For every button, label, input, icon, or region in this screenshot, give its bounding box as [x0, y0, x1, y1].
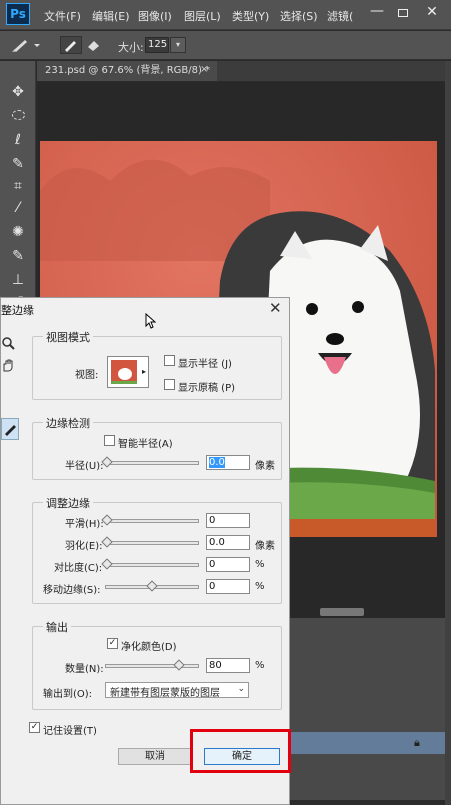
smooth-label: 平滑(H):	[65, 519, 104, 530]
brush-size-input[interactable]: 125	[145, 37, 169, 53]
ok-button-highlight	[190, 729, 291, 773]
lasso-tool-icon[interactable]: ℓ	[9, 131, 27, 149]
menu-image[interactable]: 图像(I)	[138, 8, 172, 24]
healing-brush-tool-icon[interactable]: ✺	[9, 223, 27, 241]
decontaminate-colors-label: 净化颜色(D)	[121, 642, 177, 653]
options-bar: 大小: 125 ▾	[0, 31, 451, 60]
smooth-input[interactable]: 0	[206, 513, 250, 528]
move-tool-icon[interactable]: ✥	[9, 83, 27, 101]
eyedropper-tool-icon[interactable]: ⁄	[9, 199, 27, 217]
menu-type[interactable]: 类型(Y)	[232, 8, 269, 24]
contrast-slider[interactable]	[105, 563, 199, 567]
smart-radius-label: 智能半径(A)	[118, 439, 173, 450]
amount-unit: %	[255, 660, 265, 671]
decontaminate-colors-checkbox[interactable]: ✓	[107, 638, 118, 649]
document-tab[interactable]: 231.psd @ 67.6% (背景, RGB/8) *	[37, 61, 217, 81]
close-window-button[interactable]: ✕	[420, 4, 444, 22]
chevron-down-icon: ⌄	[237, 684, 245, 694]
menu-select[interactable]: 选择(S)	[280, 8, 318, 24]
hand-tool-icon[interactable]	[1, 358, 15, 375]
brush-size-label: 大小:	[118, 41, 144, 54]
refine-radius-tool-button[interactable]	[60, 36, 82, 54]
photoshop-logo: Ps	[6, 3, 30, 25]
radius-unit: 像素	[255, 461, 275, 472]
refine-radius-tool-icon[interactable]	[1, 418, 19, 440]
adjust-edge-legend: 调整边缘	[43, 495, 93, 511]
eraser-icon	[88, 41, 99, 51]
quick-selection-tool-icon[interactable]: ✎	[9, 155, 27, 173]
refine-brush-icon	[65, 41, 76, 52]
maximize-icon	[398, 9, 408, 17]
view-mode-group	[32, 336, 282, 400]
menu-edit[interactable]: 编辑(E)	[92, 8, 130, 24]
document-tab-close-icon[interactable]: ×	[200, 64, 208, 75]
crop-tool-icon[interactable]: ⌗	[9, 177, 27, 195]
minimize-button[interactable]: —	[366, 4, 388, 22]
view-thumbnail-picker[interactable]: ▸	[107, 356, 149, 388]
marquee-tool-icon[interactable]	[9, 107, 27, 125]
radius-input[interactable]: 0.0	[206, 455, 250, 470]
brush-size-dropdown[interactable]: ▾	[170, 37, 186, 53]
show-radius-checkbox[interactable]	[164, 355, 175, 366]
amount-input[interactable]: 80	[206, 658, 250, 673]
edge-detection-legend: 边缘检测	[43, 415, 93, 431]
view-dropdown-arrow-icon: ▸	[141, 367, 146, 376]
remember-settings-checkbox[interactable]: ✓	[29, 722, 40, 733]
output-to-value: 新建带有图层蒙版的图层	[110, 688, 220, 699]
menu-filter[interactable]: 滤镜(	[327, 8, 353, 24]
mouse-cursor-icon	[145, 312, 157, 329]
contrast-unit: %	[255, 559, 265, 570]
dialog-title: 整边缘	[1, 304, 34, 317]
amount-label: 数量(N):	[65, 664, 104, 675]
smooth-slider[interactable]	[105, 519, 199, 523]
contrast-label: 对比度(C):	[54, 563, 103, 574]
horizontal-scrollbar-thumb[interactable]	[320, 608, 364, 616]
output-to-select[interactable]: 新建带有图层蒙版的图层 ⌄	[105, 682, 249, 699]
shift-edge-input[interactable]: 0	[206, 579, 250, 594]
remember-settings-label: 记住设置(T)	[43, 726, 97, 737]
cancel-button[interactable]: 取消	[118, 748, 192, 765]
layers-panel	[290, 618, 445, 800]
layer-row-background[interactable]	[290, 732, 445, 754]
output-legend: 输出	[43, 619, 71, 635]
output-to-label: 输出到(O):	[43, 689, 93, 700]
feather-label: 羽化(E):	[65, 541, 103, 552]
dialog-close-button[interactable]: ✕	[269, 299, 282, 317]
menu-layer[interactable]: 图层(L)	[184, 8, 221, 24]
layer-lock-icon: 🔒︎	[414, 736, 420, 749]
view-mode-legend: 视图模式	[43, 329, 93, 345]
feather-slider[interactable]	[105, 541, 199, 545]
feather-input[interactable]: 0.0	[206, 535, 250, 550]
view-label: 视图:	[75, 370, 99, 381]
menu-file[interactable]: 文件(F)	[44, 8, 81, 24]
clone-stamp-tool-icon[interactable]: ⊥	[9, 271, 27, 289]
view-thumbnail-icon	[111, 360, 137, 384]
radius-label: 半径(U):	[65, 461, 104, 472]
maximize-button[interactable]	[392, 4, 414, 22]
tool-preset-picker[interactable]	[8, 35, 42, 55]
contrast-input[interactable]: 0	[206, 557, 250, 572]
erase-refinements-tool-button[interactable]	[84, 36, 106, 54]
feather-unit: 像素	[255, 541, 275, 552]
smart-radius-checkbox[interactable]	[104, 435, 115, 446]
brush-icon	[12, 40, 40, 52]
show-original-checkbox[interactable]	[164, 379, 175, 390]
shift-edge-label: 移动边缘(S):	[43, 585, 101, 596]
zoom-tool-icon[interactable]	[1, 336, 15, 353]
right-panel-edge	[445, 61, 451, 805]
show-original-label: 显示原稿 (P)	[178, 383, 236, 394]
brush-tool-icon[interactable]: ✎	[9, 247, 27, 265]
radius-slider[interactable]	[105, 461, 199, 465]
shift-edge-unit: %	[255, 581, 265, 592]
show-radius-label: 显示半径 (J)	[178, 359, 232, 370]
menu-bar: Ps 文件(F) 编辑(E) 图像(I) 图层(L) 类型(Y) 选择(S) 滤…	[0, 0, 451, 30]
